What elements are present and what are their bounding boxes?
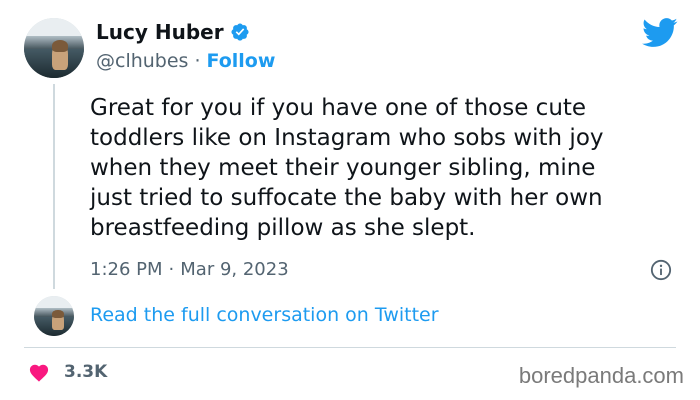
- handle-row: @clhubes · Follow: [96, 50, 275, 72]
- author-name-row: Lucy Huber: [96, 20, 250, 44]
- like-row[interactable]: 3.3K: [28, 362, 107, 382]
- meta-separator: ·: [168, 259, 175, 280]
- tweet-meta: 1:26 PM · Mar 9, 2023: [90, 259, 289, 280]
- like-count: 3.3K: [64, 362, 108, 382]
- follow-button[interactable]: Follow: [207, 50, 276, 72]
- avatar-sky: [24, 18, 84, 36]
- twitter-bird-icon[interactable]: [642, 18, 678, 48]
- divider: [24, 347, 676, 348]
- reply-avatar: [34, 296, 74, 336]
- watermark: boredpanda.com: [518, 363, 684, 388]
- tweet-date[interactable]: Mar 9, 2023: [180, 259, 288, 280]
- handle-separator: ·: [194, 50, 201, 72]
- info-icon[interactable]: [650, 259, 672, 281]
- heart-icon[interactable]: [28, 362, 50, 382]
- avatar-sky: [34, 296, 74, 308]
- tweet-text: Great for you if you have one of those c…: [90, 95, 604, 241]
- verified-badge-icon: [231, 23, 249, 41]
- avatar-hair: [51, 39, 69, 52]
- avatar-hair: [52, 310, 64, 319]
- thread-line: [53, 84, 55, 289]
- author-name[interactable]: Lucy Huber: [96, 20, 224, 44]
- author-handle[interactable]: @clhubes: [96, 50, 188, 72]
- read-full-conversation-link[interactable]: Read the full conversation on Twitter: [90, 304, 439, 326]
- author-avatar[interactable]: [24, 18, 84, 78]
- tweet-time[interactable]: 1:26 PM: [90, 259, 163, 280]
